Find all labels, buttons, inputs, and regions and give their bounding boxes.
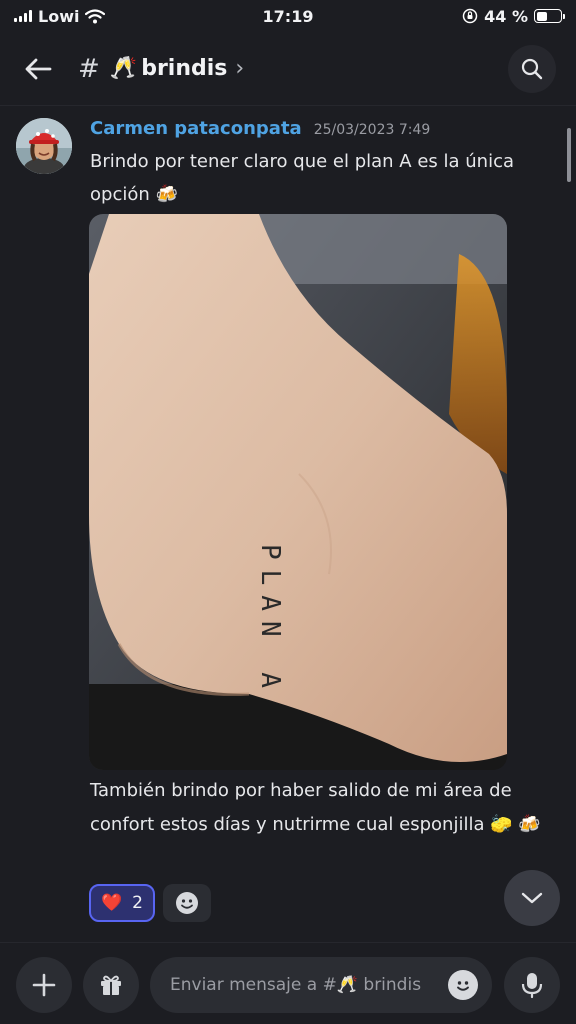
message-header: Carmen pataconpata 25/03/2023 7:49 — [90, 118, 430, 139]
clock: 17:19 — [262, 6, 314, 26]
plus-icon — [32, 973, 56, 997]
channel-title[interactable]: # 🥂 brindis › — [78, 54, 244, 84]
reaction-count: 2 — [132, 893, 143, 913]
channel-header: # 🥂 brindis › — [0, 32, 576, 106]
composer-bar — [0, 942, 576, 1024]
battery-level — [536, 11, 547, 21]
channel-name: brindis — [141, 56, 228, 81]
signal-icon — [14, 10, 32, 22]
message-composer[interactable] — [150, 957, 492, 1013]
add-attachment-button[interactable] — [16, 957, 72, 1013]
avatar[interactable] — [16, 118, 72, 174]
channel-emoji: 🥂 — [109, 56, 138, 81]
emoji-icon — [457, 981, 469, 991]
wifi-icon — [85, 8, 106, 23]
message-image[interactable]: PLAN A — [89, 214, 507, 770]
gift-button[interactable] — [83, 957, 139, 1013]
message-text: Brindo por tener claro que el plan A es … — [90, 151, 515, 205]
avatar-image — [16, 118, 72, 174]
tattoo-text: PLAN A — [255, 544, 285, 698]
reaction-heart[interactable]: ❤️ 2 — [89, 884, 155, 922]
ankle-tattoo-photo — [89, 214, 507, 770]
gift-icon — [101, 975, 121, 995]
back-arrow-icon — [25, 58, 52, 79]
message-input[interactable] — [170, 975, 436, 995]
reactions-row: ❤️ 2 — [89, 884, 211, 922]
chevron-right-icon: › — [235, 56, 245, 81]
orientation-lock-icon — [462, 8, 478, 24]
voice-message-button[interactable] — [504, 957, 560, 1013]
heart-emoji: ❤️ — [101, 893, 123, 913]
microphone-icon — [521, 973, 543, 999]
status-right: 44 % — [462, 6, 565, 26]
emoji-button[interactable] — [448, 970, 478, 1000]
status-bar: Lowi 17:19 44 % — [0, 0, 576, 32]
back-button[interactable] — [16, 47, 60, 91]
jump-to-present-button[interactable] — [504, 870, 560, 926]
search-icon — [521, 58, 543, 80]
battery-percent: 44 % — [484, 6, 528, 26]
status-left: Lowi — [14, 6, 106, 26]
add-reaction-button[interactable] — [163, 884, 211, 922]
chevron-down-icon — [521, 892, 543, 904]
message-text: También brindo por haber salido de mi ár… — [90, 780, 541, 835]
battery-icon — [534, 9, 565, 23]
add-reaction-icon — [176, 892, 198, 914]
search-button[interactable] — [508, 45, 556, 93]
channel-hash-icon: # — [78, 53, 100, 84]
author-name[interactable]: Carmen pataconpata — [90, 118, 302, 139]
scrollbar[interactable] — [567, 128, 571, 182]
carrier-name: Lowi — [38, 6, 80, 26]
message-timestamp: 25/03/2023 7:49 — [313, 122, 431, 138]
